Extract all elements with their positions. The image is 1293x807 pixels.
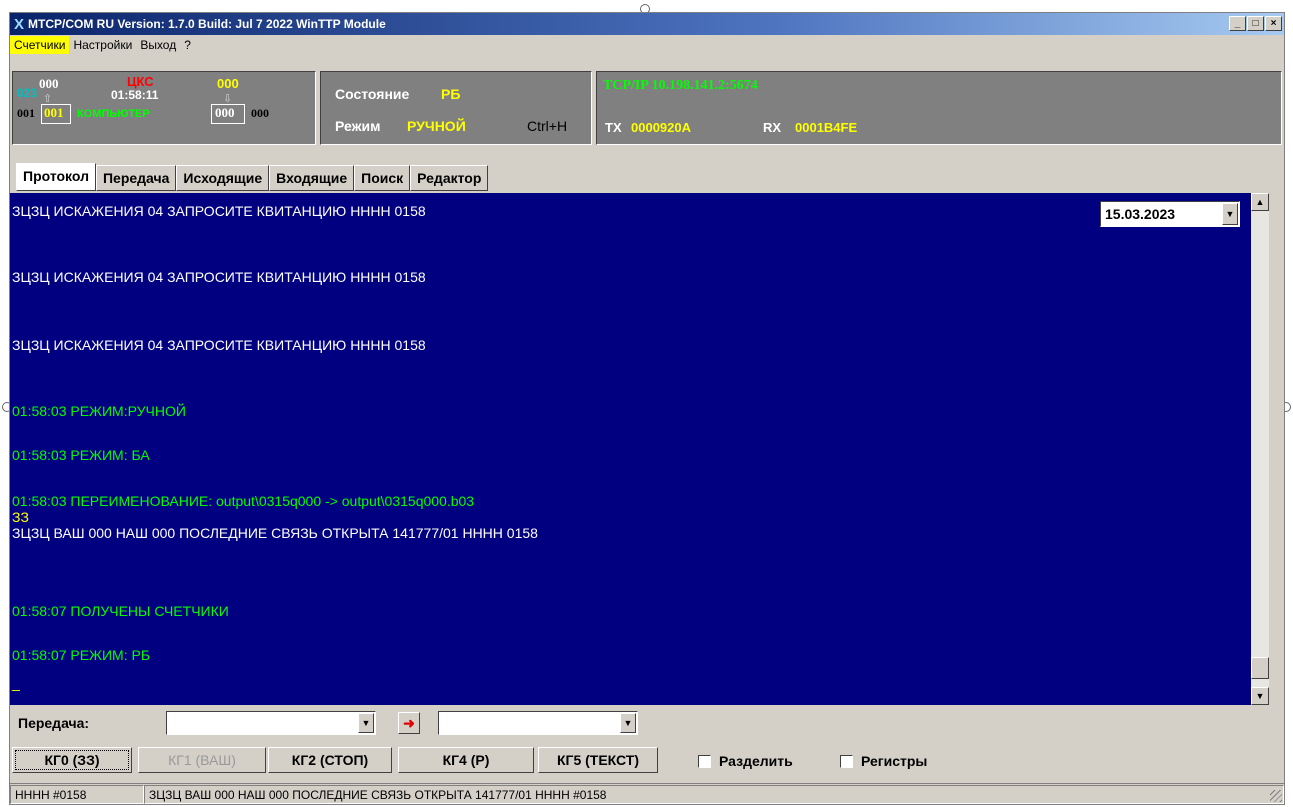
- hotkey-label: Ctrl+H: [527, 118, 568, 134]
- center-label: ЦКС: [127, 74, 154, 89]
- log-line: ЗЦЗЦ ИСКАЖЕНИЯ 04 ЗАПРОСИТЕ КВИТАНЦИЮ НН…: [12, 337, 426, 353]
- log-scrollbar[interactable]: ▲ ▼: [1251, 193, 1269, 705]
- connection-panel: TCP/IP 10.198.141.2:5674 TX 0000920A RX …: [596, 71, 1282, 145]
- tab-protocol[interactable]: Протокол: [16, 163, 96, 191]
- registers-checkbox-box[interactable]: [840, 754, 853, 768]
- split-checkbox[interactable]: Разделить: [698, 753, 793, 769]
- mode-value: РУЧНОЙ: [407, 118, 466, 134]
- bottom-left-number: 001: [17, 106, 35, 120]
- app-logo-icon: X: [14, 15, 25, 33]
- kg-button-row: КГ0 (ЗЗ) КГ1 (ВАШ) КГ2 (СТОП) КГ4 (Р) КГ…: [10, 747, 1284, 775]
- tab-editor[interactable]: Редактор: [410, 165, 489, 191]
- log-line: ЗЦЗЦ ИСКАЖЕНИЯ 04 ЗАПРОСИТЕ КВИТАНЦИЮ НН…: [12, 269, 426, 285]
- tab-transmission[interactable]: Передача: [95, 165, 177, 191]
- kg1-button[interactable]: КГ1 (ВАШ): [138, 747, 266, 773]
- menu-settings[interactable]: Настройки: [69, 36, 136, 54]
- left-counter: 023: [17, 86, 38, 100]
- split-checkbox-box[interactable]: [698, 754, 711, 768]
- chevron-down-icon[interactable]: ▼: [1222, 203, 1238, 225]
- right-top-number: 000: [217, 76, 239, 91]
- scroll-thumb[interactable]: [1251, 657, 1269, 679]
- title-bar[interactable]: X MTCP/COM RU Version: 1.7.0 Build: Jul …: [10, 13, 1284, 35]
- log-line: 01:58:07 РЕЖИМ: РБ: [12, 647, 151, 663]
- window-controls: _ □ ×: [1229, 16, 1282, 31]
- menu-help[interactable]: ?: [180, 36, 195, 54]
- log-line: ЗЦЗЦ ВАШ 000 НАШ 000 ПОСЛЕДНИЕ СВЯЗЬ ОТК…: [12, 525, 538, 541]
- kg4-button[interactable]: КГ4 (Р): [398, 747, 534, 773]
- app-window: X MTCP/COM RU Version: 1.7.0 Build: Jul …: [9, 12, 1285, 805]
- log-line: 01:58:03 ПЕРЕИМЕНОВАНИЕ: output\0315q000…: [12, 493, 475, 509]
- counters-panel: 023 000 ⇧ ЦКС 01:58:11 000 ⇩ 001 001 КОМ…: [12, 71, 316, 145]
- connection-address: TCP/IP 10.198.141.2:5674: [603, 78, 758, 93]
- chevron-down-icon[interactable]: ▼: [358, 713, 374, 733]
- status-bar: НННН #0158 ЗЦЗЦ ВАШ 000 НАШ 000 ПОСЛЕДНИ…: [10, 783, 1284, 804]
- forward-arrow-button[interactable]: ➜: [398, 712, 420, 734]
- bottom-right-box: 000: [211, 104, 245, 124]
- status-message: ЗЦЗЦ ВАШ 000 НАШ 000 ПОСЛЕДНИЕ СВЯЗЬ ОТК…: [144, 784, 1284, 804]
- send-label: Передача:: [18, 715, 90, 731]
- top-left-number: 000: [39, 76, 59, 91]
- send-row: Передача: ▼ ➜ ▼: [10, 709, 1284, 737]
- source-label: КОМПЬЮТЕР: [77, 108, 150, 120]
- send-combo-secondary[interactable]: ▼: [438, 711, 638, 735]
- tx-label: TX: [605, 120, 622, 135]
- bottom-right-number: 000: [251, 106, 269, 120]
- rx-value: 0001B4FE: [795, 120, 858, 135]
- date-picker[interactable]: 15.03.2023 ▼: [1100, 201, 1240, 227]
- log-line: 01:58:03 РЕЖИМ:РУЧНОЙ: [12, 403, 186, 419]
- rx-label: RX: [763, 120, 782, 135]
- scroll-down-icon[interactable]: ▼: [1251, 687, 1269, 705]
- kg2-button[interactable]: КГ2 (СТОП): [268, 747, 392, 773]
- window-title: MTCP/COM RU Version: 1.7.0 Build: Jul 7 …: [28, 17, 386, 31]
- menu-exit[interactable]: Выход: [136, 36, 180, 54]
- mode-label: Режим: [335, 118, 381, 134]
- close-button[interactable]: ×: [1265, 16, 1282, 31]
- log-line: 01:58:07 ПОЛУЧЕНЫ СЧЕТЧИКИ: [12, 603, 229, 619]
- menu-counters[interactable]: Счетчики: [10, 36, 70, 54]
- clock-time: 01:58:11: [111, 88, 159, 102]
- tab-search[interactable]: Поиск: [354, 165, 411, 191]
- log-line: ЗЦЗЦ ИСКАЖЕНИЯ 04 ЗАПРОСИТЕ КВИТАНЦИЮ НН…: [12, 203, 426, 219]
- status-left: НННН #0158: [10, 784, 144, 804]
- registers-checkbox-label: Регистры: [861, 753, 928, 769]
- minimize-button[interactable]: _: [1229, 16, 1246, 31]
- state-panel: Состояние РБ Режим РУЧНОЙ Ctrl+H: [320, 71, 592, 145]
- chevron-down-icon[interactable]: ▼: [620, 713, 636, 733]
- tab-strip: Протокол Передача Исходящие Входящие Пои…: [16, 163, 489, 191]
- log-cursor: _: [12, 675, 20, 691]
- state-value: РБ: [441, 86, 461, 102]
- log-line: 01:58:03 РЕЖИМ: БА: [12, 447, 150, 463]
- tx-value: 0000920A: [631, 120, 691, 135]
- bottom-left-box: 001: [41, 104, 71, 124]
- tab-outgoing[interactable]: Исходящие: [176, 165, 270, 191]
- kg0-button[interactable]: КГ0 (ЗЗ): [12, 747, 132, 773]
- maximize-button[interactable]: □: [1247, 16, 1264, 31]
- kg5-button[interactable]: КГ5 (ТЕКСТ): [538, 747, 658, 773]
- log-line: ЗЗ: [12, 509, 29, 525]
- resize-grip-icon[interactable]: [1270, 790, 1282, 802]
- menu-bar: Счетчики Настройки Выход ?: [10, 35, 1284, 55]
- scroll-up-icon[interactable]: ▲: [1251, 193, 1269, 211]
- send-combo-primary[interactable]: ▼: [166, 711, 376, 735]
- state-label: Состояние: [335, 86, 410, 102]
- protocol-log[interactable]: ЗЦЗЦ ИСКАЖЕНИЯ 04 ЗАПРОСИТЕ КВИТАНЦИЮ НН…: [10, 193, 1251, 705]
- split-checkbox-label: Разделить: [719, 753, 793, 769]
- registers-checkbox[interactable]: Регистры: [840, 753, 927, 769]
- date-value: 15.03.2023: [1105, 206, 1176, 222]
- tab-incoming[interactable]: Входящие: [269, 165, 355, 191]
